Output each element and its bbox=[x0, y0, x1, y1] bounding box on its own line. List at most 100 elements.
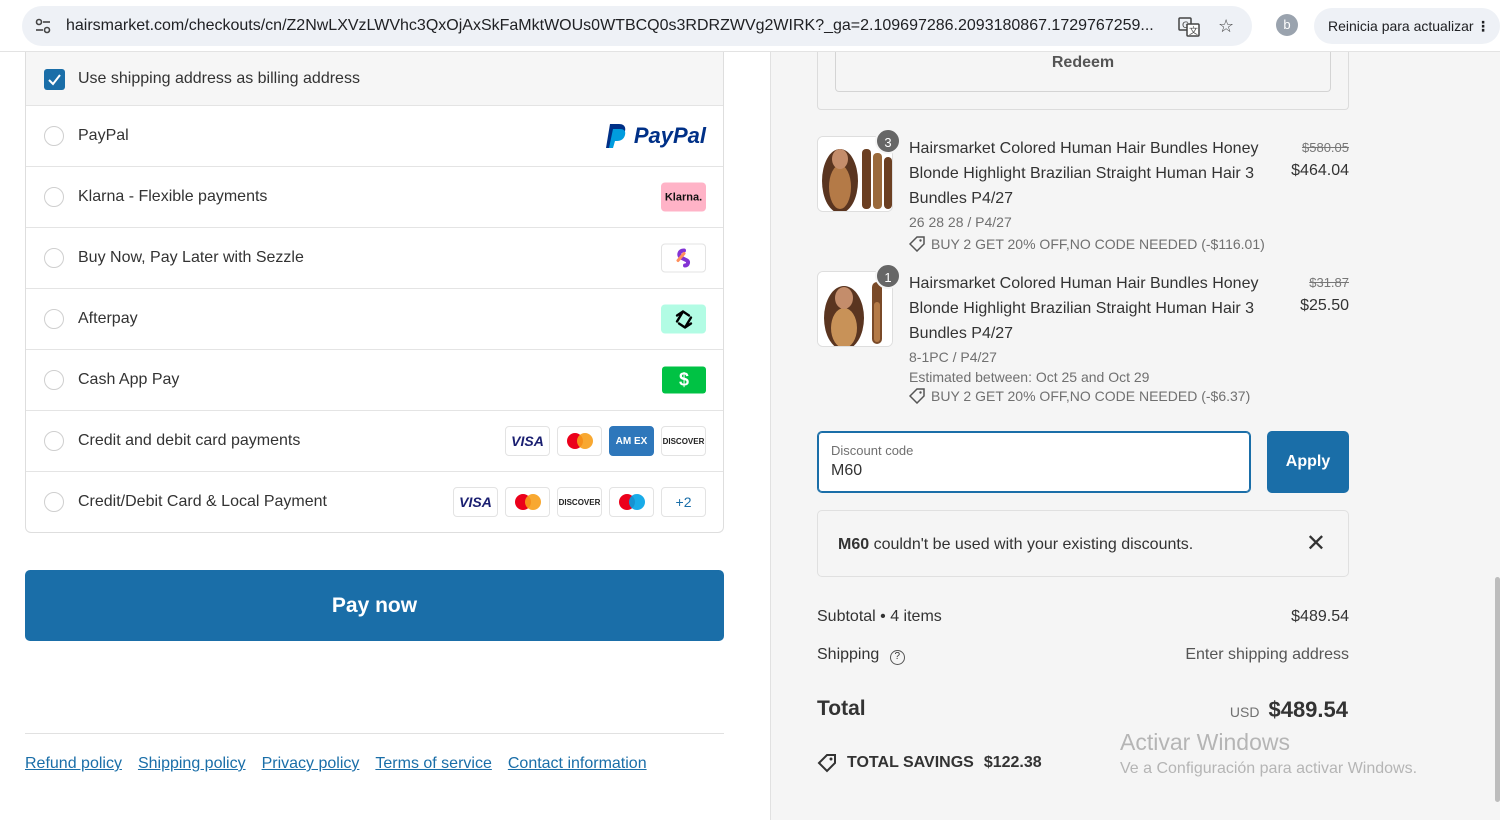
product-variant: 8-1PC / P4/27 bbox=[909, 349, 997, 365]
item-discount: BUY 2 GET 20% OFF,NO CODE NEEDED (-$6.37… bbox=[909, 388, 1250, 404]
product-title: Hairsmarket Colored Human Hair Bundles H… bbox=[909, 140, 1259, 207]
sezzle-logo-icon bbox=[661, 243, 706, 273]
payment-methods-list: Use shipping address as billing address … bbox=[25, 52, 724, 533]
terms-of-service-link[interactable]: Terms of service bbox=[375, 755, 491, 773]
mastercard-logo-icon bbox=[557, 426, 602, 456]
update-browser-button[interactable]: Reinicia para actualizar ⋮ bbox=[1314, 8, 1500, 44]
product-variant: 26 28 28 / P4/27 bbox=[909, 214, 1012, 230]
radio-cashapp[interactable] bbox=[44, 370, 64, 390]
url-text[interactable]: hairsmarket.com/checkouts/cn/Z2NwLXVzLWV… bbox=[66, 17, 1166, 35]
shipping-value: Enter shipping address bbox=[1185, 646, 1349, 663]
payment-method-cashapp[interactable]: Cash App Pay $ bbox=[26, 349, 723, 410]
paypal-logo: PayPal bbox=[605, 123, 706, 149]
bookmark-star-icon[interactable]: ☆ bbox=[1218, 16, 1234, 37]
klarna-logo: Klarna. bbox=[661, 182, 706, 212]
error-code: M60 bbox=[838, 536, 870, 553]
payment-label: Credit/Debit Card & Local Payment bbox=[78, 493, 327, 510]
site-settings-icon[interactable] bbox=[34, 17, 52, 35]
subtotal-label: Subtotal • 4 items bbox=[817, 608, 942, 625]
shipping-label: Shipping bbox=[817, 646, 880, 663]
tag-icon bbox=[909, 236, 925, 252]
currency-code: USD bbox=[1229, 704, 1260, 720]
tag-icon bbox=[817, 754, 836, 773]
payment-label: Afterpay bbox=[78, 310, 138, 327]
svg-text:文: 文 bbox=[1189, 25, 1198, 37]
original-price: $31.87 bbox=[1309, 275, 1349, 290]
windows-activation-subtext: Ve a Configuración para activar Windows. bbox=[1120, 760, 1418, 777]
checkmark-icon bbox=[48, 73, 61, 86]
scrollbar-thumb[interactable] bbox=[1495, 577, 1500, 802]
tag-icon bbox=[909, 388, 925, 404]
maestro-logo-icon bbox=[609, 487, 654, 517]
payment-method-cards[interactable]: Credit and debit card payments VISA AM E… bbox=[26, 410, 723, 471]
subtotal-row: Subtotal • 4 items $489.54 bbox=[817, 608, 1349, 626]
shipping-row: Shipping ? Enter shipping address bbox=[817, 646, 1349, 665]
discount-code-input[interactable]: Discount code M60 bbox=[817, 431, 1251, 493]
pay-now-button[interactable]: Pay now bbox=[25, 570, 724, 641]
payment-section: Use shipping address as billing address … bbox=[0, 52, 770, 820]
discover-logo: DISCOVER bbox=[661, 426, 706, 456]
radio-sezzle[interactable] bbox=[44, 248, 64, 268]
footer-divider bbox=[25, 733, 724, 734]
windows-activation-watermark: Activar Windows bbox=[1120, 729, 1290, 755]
radio-cards[interactable] bbox=[44, 431, 64, 451]
address-bar[interactable]: hairsmarket.com/checkouts/cn/Z2NwLXVzLWV… bbox=[22, 6, 1252, 46]
apply-discount-button[interactable]: Apply bbox=[1267, 431, 1349, 493]
browser-toolbar: hairsmarket.com/checkouts/cn/Z2NwLXVzLWV… bbox=[0, 0, 1500, 52]
payment-method-klarna[interactable]: Klarna - Flexible payments Klarna. bbox=[26, 166, 723, 227]
quantity-badge: 1 bbox=[875, 263, 901, 289]
radio-paypal[interactable] bbox=[44, 126, 64, 146]
discount-code-value[interactable]: M60 bbox=[831, 462, 862, 480]
contact-information-link[interactable]: Contact information bbox=[508, 755, 647, 773]
original-price: $580.05 bbox=[1302, 140, 1349, 155]
radio-klarna[interactable] bbox=[44, 187, 64, 207]
profile-avatar[interactable]: b bbox=[1276, 14, 1298, 36]
footer-links: Refund policy Shipping policy Privacy po… bbox=[25, 755, 647, 773]
discount-code-label: Discount code bbox=[831, 443, 914, 458]
payment-method-local[interactable]: Credit/Debit Card & Local Payment VISA D… bbox=[26, 471, 723, 532]
line-item: 3 Hairsmarket Colored Human Hair Bundles… bbox=[817, 128, 1349, 266]
item-price: $464.04 bbox=[1291, 162, 1349, 179]
billing-checkbox[interactable] bbox=[44, 68, 65, 90]
afterpay-logo-icon bbox=[661, 304, 706, 334]
help-circle-icon[interactable]: ? bbox=[889, 650, 905, 665]
payment-label: Klarna - Flexible payments bbox=[78, 188, 268, 205]
discount-error-banner: M60 couldn't be used with your existing … bbox=[817, 510, 1349, 577]
discover-logo: DISCOVER bbox=[557, 487, 602, 517]
payment-label: Buy Now, Pay Later with Sezzle bbox=[78, 249, 304, 266]
payment-label: PayPal bbox=[78, 127, 129, 144]
savings-label: TOTAL SAVINGS bbox=[847, 754, 974, 771]
translate-icon[interactable]: G文 bbox=[1178, 16, 1200, 43]
privacy-policy-link[interactable]: Privacy policy bbox=[262, 755, 360, 773]
amex-logo: AM EX bbox=[609, 426, 654, 456]
radio-local[interactable] bbox=[44, 492, 64, 512]
item-discount: BUY 2 GET 20% OFF,NO CODE NEEDED (-$116.… bbox=[909, 236, 1265, 252]
more-cards-badge: +2 bbox=[661, 487, 706, 517]
visa-logo: VISA bbox=[505, 426, 550, 456]
mastercard-logo-icon bbox=[505, 487, 550, 517]
kebab-menu-icon[interactable]: ⋮ bbox=[1476, 8, 1490, 44]
total-value: USD $489.54 bbox=[1230, 697, 1348, 723]
close-icon[interactable]: ✕ bbox=[1306, 529, 1326, 558]
payment-label: Credit and debit card payments bbox=[78, 432, 301, 449]
radio-afterpay[interactable] bbox=[44, 309, 64, 329]
error-text: couldn't be used with your existing disc… bbox=[869, 536, 1194, 553]
payment-label: Cash App Pay bbox=[78, 371, 180, 388]
billing-address-row[interactable]: Use shipping address as billing address bbox=[26, 52, 723, 105]
item-price: $25.50 bbox=[1300, 297, 1349, 314]
cashapp-logo: $ bbox=[662, 366, 706, 394]
quantity-badge: 3 bbox=[875, 128, 901, 154]
payment-method-sezzle[interactable]: Buy Now, Pay Later with Sezzle bbox=[26, 227, 723, 288]
discount-text: BUY 2 GET 20% OFF,NO CODE NEEDED (-$6.37… bbox=[931, 388, 1251, 404]
billing-label: Use shipping address as billing address bbox=[78, 69, 360, 87]
redeem-button[interactable]: Redeem bbox=[835, 52, 1331, 92]
order-summary: Redeem 3 Hairsmarket Colored Human Hair … bbox=[770, 52, 1500, 820]
total-amount: $489.54 bbox=[1268, 697, 1348, 722]
payment-method-afterpay[interactable]: Afterpay bbox=[26, 288, 723, 349]
product-title: Hairsmarket Colored Human Hair Bundles H… bbox=[909, 275, 1259, 342]
shipping-policy-link[interactable]: Shipping policy bbox=[138, 755, 246, 773]
discount-text: BUY 2 GET 20% OFF,NO CODE NEEDED (-$116.… bbox=[931, 236, 1265, 252]
payment-method-paypal[interactable]: PayPal PayPal bbox=[26, 105, 723, 166]
refund-policy-link[interactable]: Refund policy bbox=[25, 755, 122, 773]
total-label: Total bbox=[817, 697, 866, 720]
